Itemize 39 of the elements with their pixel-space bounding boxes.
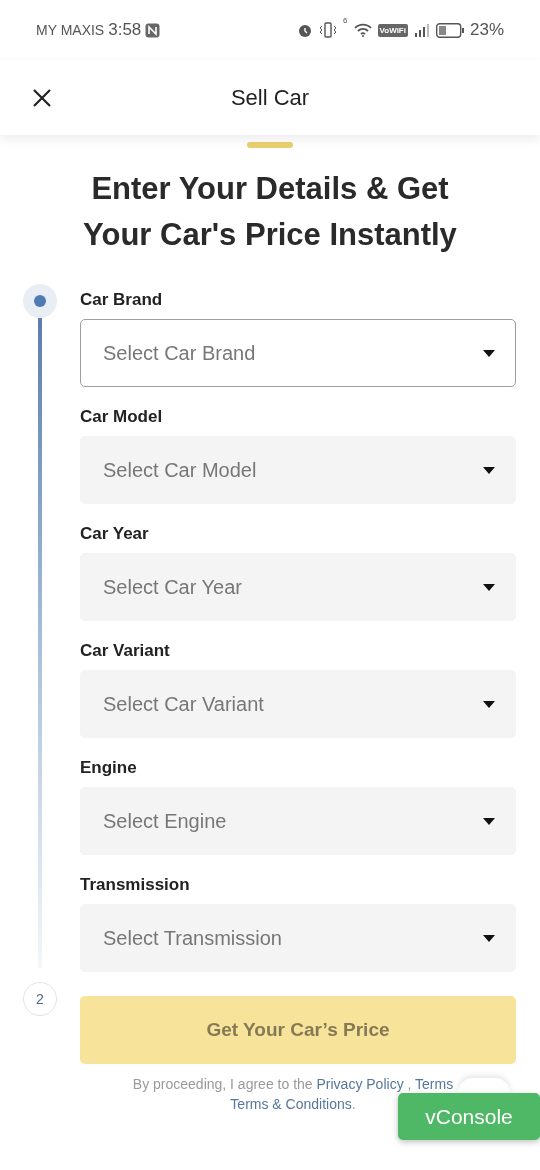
- caret-icon: [483, 817, 495, 825]
- submit-button[interactable]: Get Your Car’s Price: [80, 996, 516, 1064]
- field-label: Car Variant: [80, 640, 171, 662]
- select-field[interactable]: Select Car Year: [80, 553, 516, 621]
- vconsole-button[interactable]: vConsole: [398, 1093, 540, 1140]
- wifi-icon: [353, 23, 372, 37]
- caret-icon: [483, 583, 495, 591]
- caret-icon: [483, 466, 495, 474]
- page-heading: Enter Your Details & Get Your Car's Price Instantly: [82, 170, 458, 254]
- alarm-icon: [297, 22, 314, 38]
- policy-link[interactable]: Privacy Policy: [316, 1076, 404, 1092]
- field-label: Car Brand: [80, 289, 164, 311]
- field-label: Car Model: [80, 406, 164, 428]
- caret-icon: [483, 349, 495, 357]
- status-time: 3:58: [108, 19, 142, 42]
- field-label: Transmission: [80, 874, 191, 896]
- select-field[interactable]: Select Car Variant: [80, 670, 516, 738]
- battery-level: 23%: [469, 19, 504, 42]
- page-title: Sell Car: [230, 84, 310, 112]
- caret-icon: [483, 934, 495, 942]
- network-label: 6: [343, 15, 348, 28]
- vibrate-icon: [319, 22, 338, 38]
- close-icon: [32, 87, 52, 108]
- step-number: 2: [23, 982, 57, 1016]
- select-field[interactable]: Select Car Brand: [80, 319, 516, 387]
- handle-bar: [247, 142, 293, 148]
- nfc-icon: [145, 22, 161, 38]
- field-label: Engine: [80, 757, 138, 779]
- policy-link[interactable]: Terms: [415, 1076, 454, 1092]
- field-label: Car Year: [80, 523, 150, 545]
- policy-link[interactable]: Terms & Conditions: [230, 1096, 352, 1112]
- caret-icon: [483, 700, 495, 708]
- select-field[interactable]: Select Engine: [80, 787, 516, 855]
- select-field[interactable]: Select Transmission: [80, 904, 516, 972]
- vowifi-badge: VoWiFi: [377, 23, 408, 37]
- carrier-name: MY MAXIS: [36, 20, 105, 40]
- battery-icon: [435, 22, 464, 38]
- select-field[interactable]: Select Car Model: [80, 436, 516, 504]
- signal-icon: [413, 23, 430, 37]
